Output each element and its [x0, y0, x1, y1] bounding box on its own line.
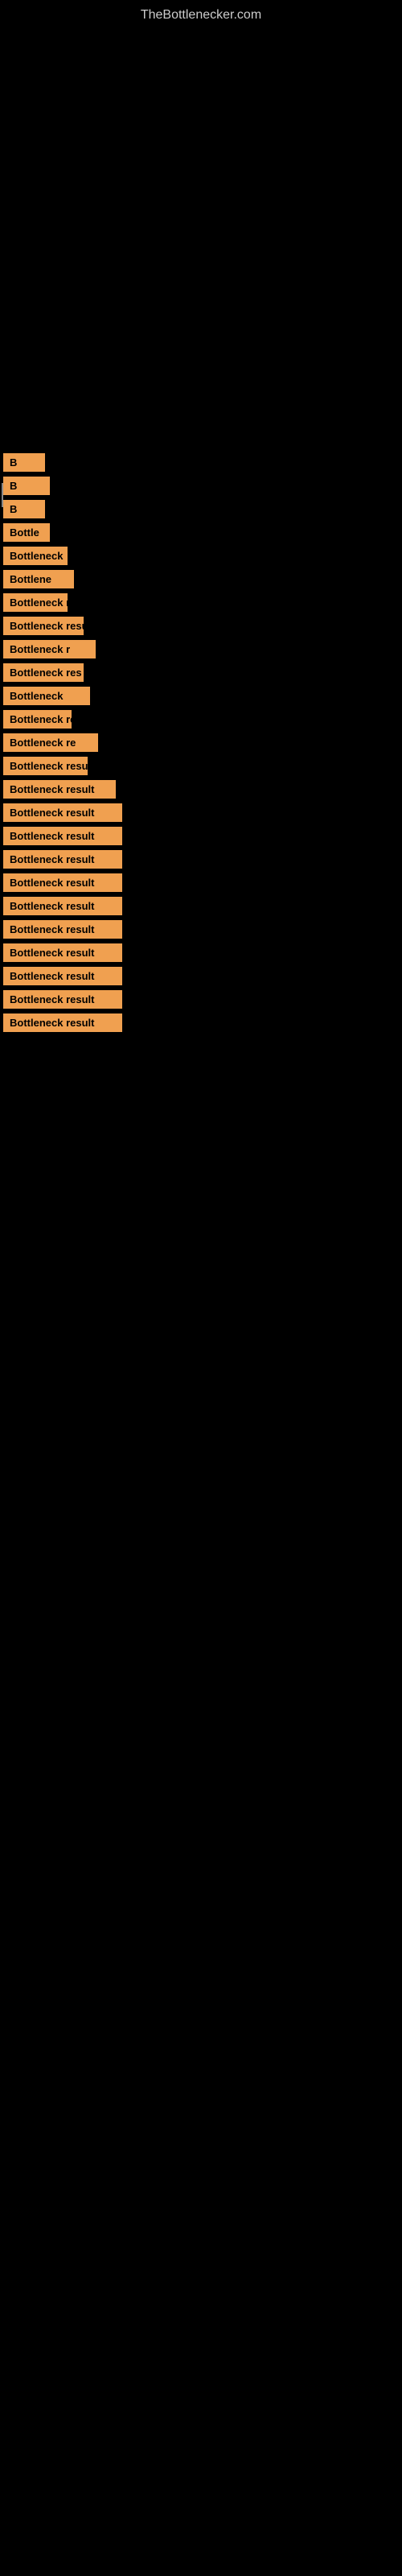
bottleneck-item-1[interactable]: B: [3, 453, 45, 472]
bottleneck-item-17[interactable]: Bottleneck result: [3, 827, 122, 845]
bottleneck-item-11[interactable]: Bottleneck: [3, 687, 90, 705]
vertical-line: [2, 483, 3, 507]
bottleneck-item-8[interactable]: Bottleneck resu: [3, 617, 84, 635]
bottleneck-item-14[interactable]: Bottleneck result: [3, 757, 88, 775]
bottleneck-item-9[interactable]: Bottleneck r: [3, 640, 96, 658]
bottleneck-item-25[interactable]: Bottleneck result: [3, 1013, 122, 1032]
bottleneck-item-21[interactable]: Bottleneck result: [3, 920, 122, 939]
site-title: TheBottlenecker.com: [0, 0, 402, 27]
bottleneck-item-4[interactable]: Bottle: [3, 523, 50, 542]
bottleneck-item-12[interactable]: Bottleneck resu: [3, 710, 72, 729]
bottleneck-item-10[interactable]: Bottleneck res: [3, 663, 84, 682]
bottleneck-item-23[interactable]: Bottleneck result: [3, 967, 122, 985]
bottleneck-item-3[interactable]: B: [3, 500, 45, 518]
bottleneck-item-18[interactable]: Bottleneck result: [3, 850, 122, 869]
bottleneck-item-24[interactable]: Bottleneck result: [3, 990, 122, 1009]
bottleneck-item-5[interactable]: Bottleneck: [3, 547, 68, 565]
bottleneck-item-6[interactable]: Bottlene: [3, 570, 74, 588]
bottleneck-item-19[interactable]: Bottleneck result: [3, 873, 122, 892]
bottleneck-item-15[interactable]: Bottleneck result: [3, 780, 116, 799]
bottleneck-item-13[interactable]: Bottleneck re: [3, 733, 98, 752]
bottleneck-items-container: BBBBottleBottleneckBottleneBottleneck rB…: [0, 453, 402, 1032]
bottleneck-item-2[interactable]: B: [3, 477, 50, 495]
bottleneck-item-22[interactable]: Bottleneck result: [3, 943, 122, 962]
bottleneck-item-20[interactable]: Bottleneck result: [3, 897, 122, 915]
bottleneck-item-7[interactable]: Bottleneck r: [3, 593, 68, 612]
bottleneck-item-16[interactable]: Bottleneck result: [3, 803, 122, 822]
